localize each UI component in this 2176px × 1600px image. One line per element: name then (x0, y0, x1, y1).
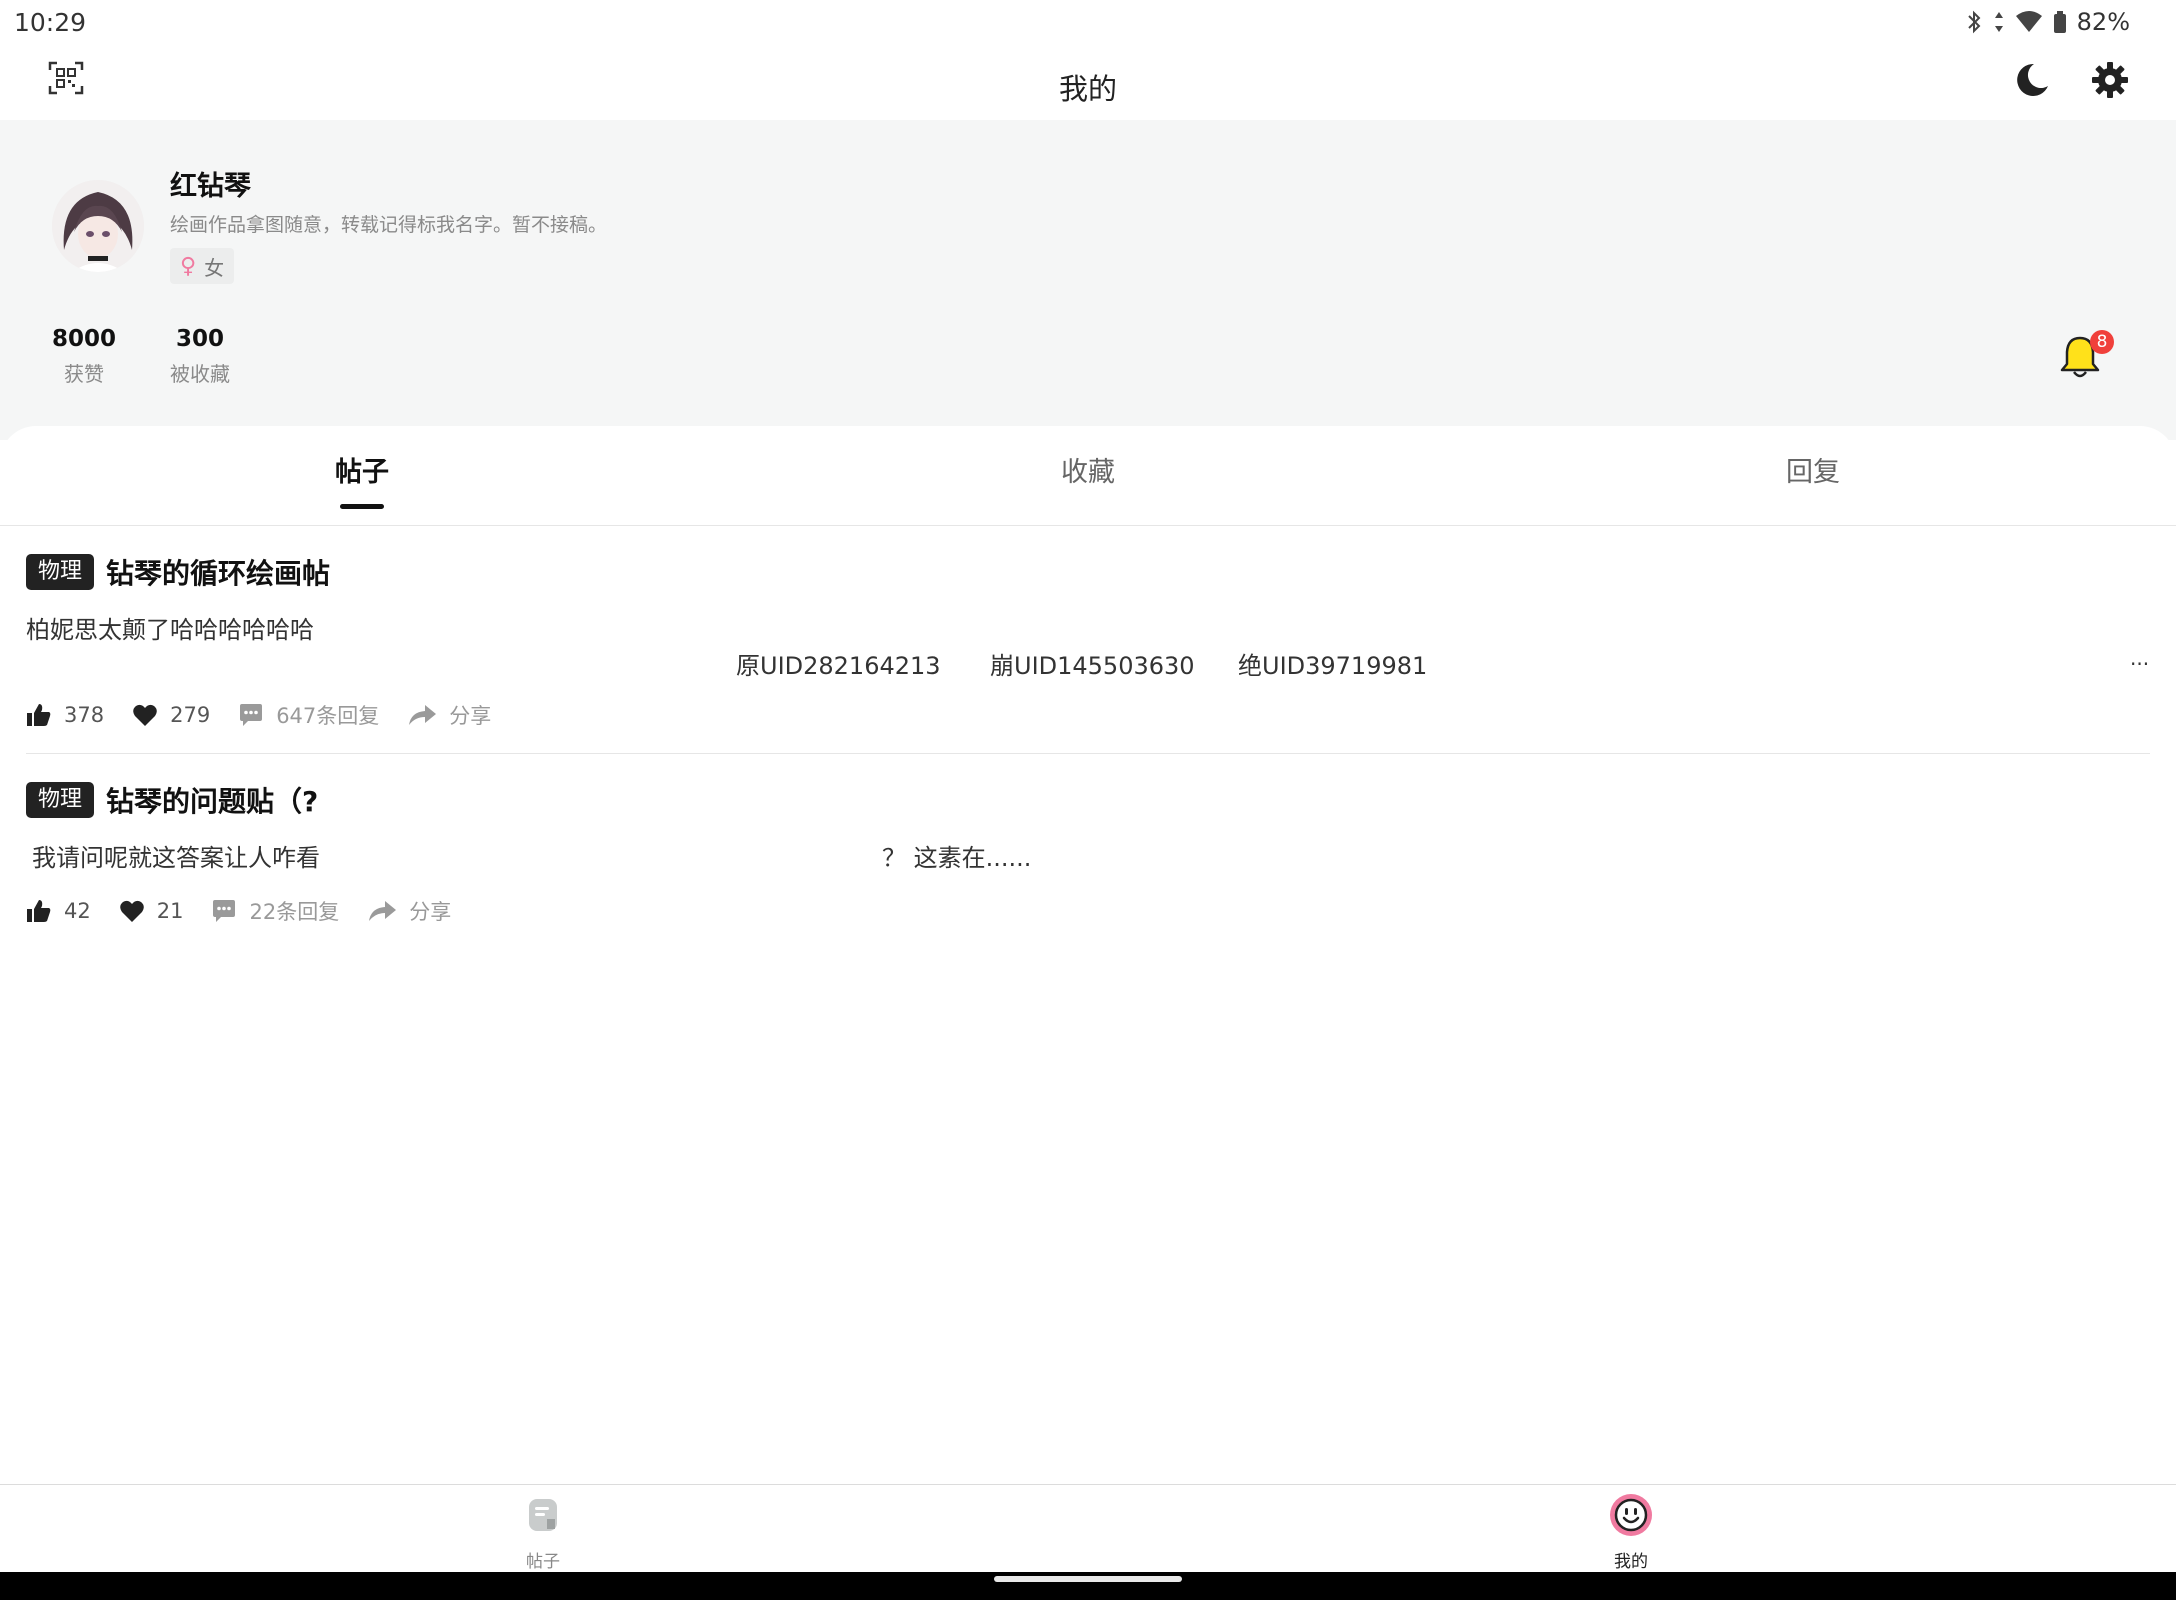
tab-bar: 帖子 收藏 回复 (0, 426, 2176, 526)
favorite-button[interactable]: 21 (119, 899, 184, 923)
user-bio: 绘画作品拿图随意，转载记得标我名字。暂不接稿。 (170, 214, 608, 236)
status-icons: 82% (1965, 8, 2130, 36)
app-root: 10:29 82% 我的 红钻琴 绘画作品拿图随意，转载记得标我名字。暂不接稿。… (0, 0, 2176, 1600)
share-button[interactable]: 分享 (407, 700, 491, 730)
post-actions: 378 279 647条回复 分享 (26, 700, 519, 730)
user-name: 红钻琴 (170, 171, 251, 202)
stat-label: 获赞 (64, 362, 104, 386)
share-label: 分享 (409, 900, 452, 924)
wifi-icon (2015, 11, 2042, 32)
nav-label: 帖子 (526, 1552, 560, 1572)
heart-icon (119, 900, 144, 922)
like-count: 378 (64, 703, 105, 727)
heart-icon (133, 704, 157, 726)
nav-mine[interactable]: 我的 (1571, 1493, 1691, 1572)
thumbs-up-icon (27, 704, 51, 726)
gear-icon[interactable] (2090, 60, 2130, 100)
tab-indicator (340, 504, 384, 509)
tab-posts[interactable]: 帖子 (262, 450, 462, 489)
stat-collected[interactable]: 300 被收藏 (170, 326, 230, 387)
reply-button[interactable]: 647条回复 (238, 700, 379, 730)
gender-label: 女 (204, 255, 225, 280)
stat-value: 300 (175, 326, 224, 352)
gender-badge: ♀ 女 (170, 248, 235, 284)
stat-value: 8000 (52, 326, 117, 352)
post-title: 钻琴的循环绘画帖 (106, 557, 331, 590)
female-icon: ♀ (180, 253, 197, 279)
share-label: 分享 (449, 704, 492, 728)
share-button[interactable]: 分享 (367, 896, 451, 926)
reply-count: 22条回复 (249, 900, 340, 924)
like-button[interactable]: 42 (26, 898, 91, 924)
nav-posts[interactable]: 帖子 (483, 1493, 603, 1572)
post-item[interactable]: 物理 钻琴的循环绘画帖 柏妮思太颠了哈哈哈哈哈哈 原UID282164213 崩… (26, 550, 2150, 754)
reply-button[interactable]: 22条回复 (211, 896, 339, 926)
comment-icon (240, 704, 263, 726)
post-uid-2: 崩UID145503630 (990, 652, 1195, 680)
profile-section: 红钻琴 绘画作品拿图随意，转载记得标我名字。暂不接稿。 ♀ 女 8000 获赞 … (0, 120, 2176, 440)
share-arrow-icon (369, 901, 397, 921)
nav-label: 我的 (1614, 1552, 1648, 1572)
bottom-nav: 帖子 我的 (0, 1484, 2176, 1572)
post-uid-3: 绝UID39719981 (1238, 652, 1428, 680)
battery-percent: 82% (2076, 8, 2130, 36)
post-tag: 物理 (26, 782, 95, 818)
favorite-button[interactable]: 279 (132, 703, 210, 727)
data-arrows-icon (1994, 12, 2003, 32)
stat-label: 被收藏 (170, 362, 230, 386)
page-title: 我的 (1058, 72, 1117, 106)
gesture-handle[interactable] (994, 1576, 1182, 1582)
post-body: 我请问呢就这答案让人咋看 (32, 844, 320, 872)
tab-replies[interactable]: 回复 (1713, 450, 1913, 489)
post-body: 柏妮思太颠了哈哈哈哈哈哈 (26, 616, 314, 644)
avatar[interactable] (52, 180, 144, 272)
post-body-tail: ？ 这素在...... (882, 844, 1032, 872)
reply-count: 647条回复 (276, 704, 380, 728)
post-tag: 物理 (26, 554, 95, 590)
moon-icon[interactable] (2012, 60, 2052, 100)
post-uid-1: 原UID282164213 (736, 652, 941, 680)
top-bar: 我的 (0, 44, 2176, 120)
comment-icon (213, 900, 236, 922)
favorite-count: 279 (170, 703, 211, 727)
favorite-count: 21 (156, 899, 184, 923)
like-count: 42 (64, 899, 91, 923)
battery-icon (2053, 11, 2066, 33)
status-bar: 10:29 82% (0, 0, 2176, 44)
post-title: 钻琴的问题贴（? (106, 785, 319, 818)
tab-favorites[interactable]: 收藏 (988, 450, 1188, 489)
post-item[interactable]: 物理 钻琴的问题贴（? 我请问呢就这答案让人咋看 ？ 这素在...... 42 … (26, 778, 2150, 938)
smiley-nav-icon (1610, 1494, 1652, 1536)
bluetooth-icon (1967, 10, 1981, 34)
post-more: ... (2130, 646, 2150, 670)
notification-badge: 8 (2090, 330, 2114, 354)
post-actions: 42 21 22条回复 分享 (26, 896, 479, 926)
stat-likes[interactable]: 8000 获赞 (52, 326, 116, 387)
share-arrow-icon (409, 705, 437, 725)
posts-nav-icon (529, 1499, 557, 1531)
status-time: 10:29 (14, 8, 87, 37)
thumbs-up-icon (27, 900, 51, 922)
like-button[interactable]: 378 (26, 702, 104, 728)
